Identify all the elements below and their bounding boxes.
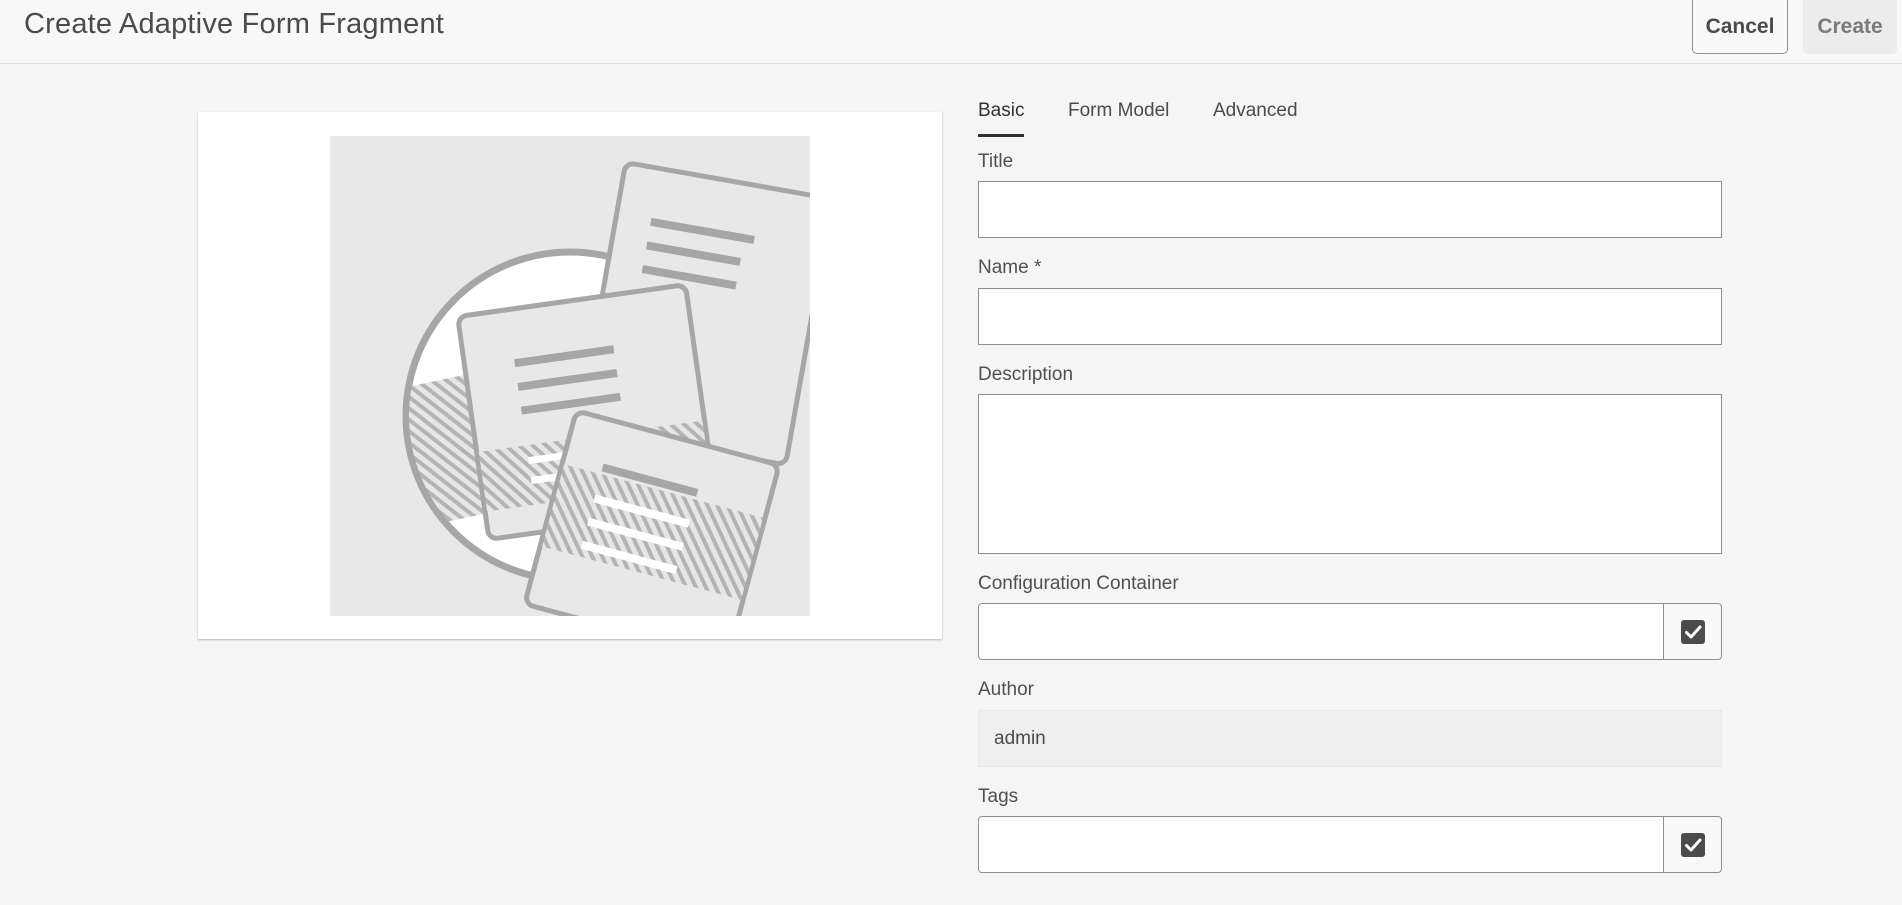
checkbox-check-icon xyxy=(1680,832,1705,857)
tags-label: Tags xyxy=(978,786,1019,807)
preview-card xyxy=(198,112,942,639)
title-label: Title xyxy=(978,151,1014,172)
tags-input[interactable] xyxy=(978,816,1664,873)
top-bar: Create Adaptive Form Fragment Cancel Cre… xyxy=(0,0,1902,64)
author-field: admin xyxy=(978,710,1722,767)
title-input[interactable] xyxy=(978,181,1722,238)
description-label: Description xyxy=(978,364,1074,385)
name-input[interactable] xyxy=(978,288,1722,345)
description-textarea[interactable] xyxy=(978,394,1722,554)
tab-advanced[interactable]: Advanced xyxy=(1213,100,1298,134)
author-label: Author xyxy=(978,679,1034,700)
thumbnail-preview xyxy=(330,136,810,616)
checkbox-check-icon xyxy=(1680,619,1705,644)
configuration-container-label: Configuration Container xyxy=(978,573,1179,594)
form-fragment-thumbnail-icon xyxy=(402,161,810,616)
name-label: Name * xyxy=(978,257,1042,278)
tab-basic[interactable]: Basic xyxy=(978,100,1025,137)
configuration-container-picker-button[interactable] xyxy=(1663,603,1722,660)
tab-form-model[interactable]: Form Model xyxy=(1068,100,1169,134)
page-title: Create Adaptive Form Fragment xyxy=(24,8,445,40)
tags-picker-button[interactable] xyxy=(1663,816,1722,873)
cancel-button[interactable]: Cancel xyxy=(1692,0,1788,54)
create-button[interactable]: Create xyxy=(1803,0,1897,54)
configuration-container-input[interactable] xyxy=(978,603,1664,660)
